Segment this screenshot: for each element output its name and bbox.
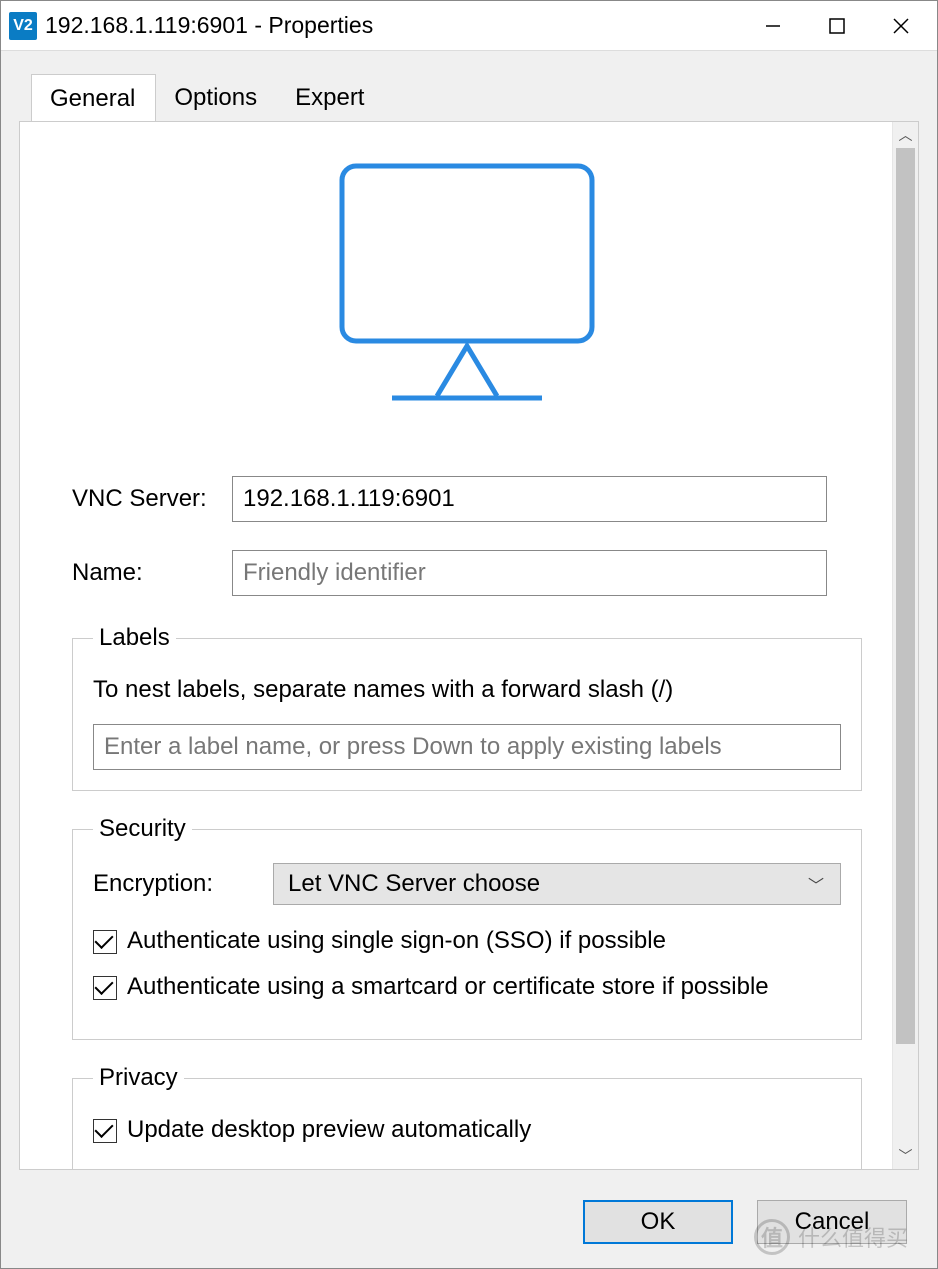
minimize-button[interactable] (741, 6, 805, 46)
name-row: Name: (72, 550, 862, 596)
encryption-value: Let VNC Server choose (288, 870, 540, 898)
vnc-server-row: VNC Server: (72, 476, 862, 522)
scroll-down-button[interactable]: ﹀ (893, 1143, 918, 1169)
privacy-legend: Privacy (93, 1064, 184, 1092)
sso-label: Authenticate using single sign-on (SSO) … (127, 927, 666, 955)
scroll-track[interactable] (893, 148, 918, 1143)
scrollbar[interactable]: ︿ ﹀ (892, 122, 918, 1169)
vnc-server-label: VNC Server: (72, 485, 232, 513)
maximize-button[interactable] (805, 6, 869, 46)
privacy-group: Privacy Update desktop preview automatic… (72, 1064, 862, 1169)
cancel-button[interactable]: Cancel (757, 1200, 907, 1244)
name-label: Name: (72, 559, 232, 587)
encryption-dropdown[interactable]: Let VNC Server choose ﹀ (273, 863, 841, 905)
window-controls (741, 6, 933, 46)
smartcard-checkbox[interactable] (93, 976, 117, 1000)
vnc-server-input[interactable] (232, 476, 827, 522)
tab-options[interactable]: Options (156, 74, 277, 122)
window-title: 192.168.1.119:6901 - Properties (45, 12, 741, 39)
tab-general[interactable]: General (31, 74, 156, 122)
security-legend: Security (93, 815, 192, 843)
security-group: Security Encryption: Let VNC Server choo… (72, 815, 862, 1040)
scroll-up-button[interactable]: ︿ (893, 122, 918, 148)
labels-input[interactable] (93, 724, 841, 770)
tabs-row: General Options Expert (1, 51, 937, 121)
titlebar: V2 192.168.1.119:6901 - Properties (1, 1, 937, 51)
chevron-down-icon: ﹀ (808, 872, 824, 896)
labels-hint: To nest labels, separate names with a fo… (93, 676, 841, 704)
scroll-area: VNC Server: Name: Labels To nest labels,… (20, 122, 892, 1169)
update-preview-checkbox-row[interactable]: Update desktop preview automatically (93, 1116, 841, 1144)
close-button[interactable] (869, 6, 933, 46)
tab-content: VNC Server: Name: Labels To nest labels,… (19, 121, 919, 1170)
smartcard-label: Authenticate using a smartcard or certif… (127, 973, 769, 1001)
update-preview-label: Update desktop preview automatically (127, 1116, 531, 1144)
sso-checkbox[interactable] (93, 930, 117, 954)
monitor-icon (72, 160, 862, 416)
labels-group: Labels To nest labels, separate names wi… (72, 624, 862, 791)
sso-checkbox-row[interactable]: Authenticate using single sign-on (SSO) … (93, 927, 841, 955)
labels-legend: Labels (93, 624, 176, 652)
ok-button[interactable]: OK (583, 1200, 733, 1244)
name-input[interactable] (232, 550, 827, 596)
tab-expert[interactable]: Expert (277, 74, 384, 122)
smartcard-checkbox-row[interactable]: Authenticate using a smartcard or certif… (93, 973, 841, 1001)
encryption-label: Encryption: (93, 870, 273, 898)
scroll-thumb[interactable] (896, 148, 915, 1044)
update-preview-checkbox[interactable] (93, 1119, 117, 1143)
encryption-row: Encryption: Let VNC Server choose ﹀ (93, 863, 841, 905)
dialog-buttons: OK Cancel (1, 1184, 937, 1268)
vnc-app-icon: V2 (9, 12, 37, 40)
